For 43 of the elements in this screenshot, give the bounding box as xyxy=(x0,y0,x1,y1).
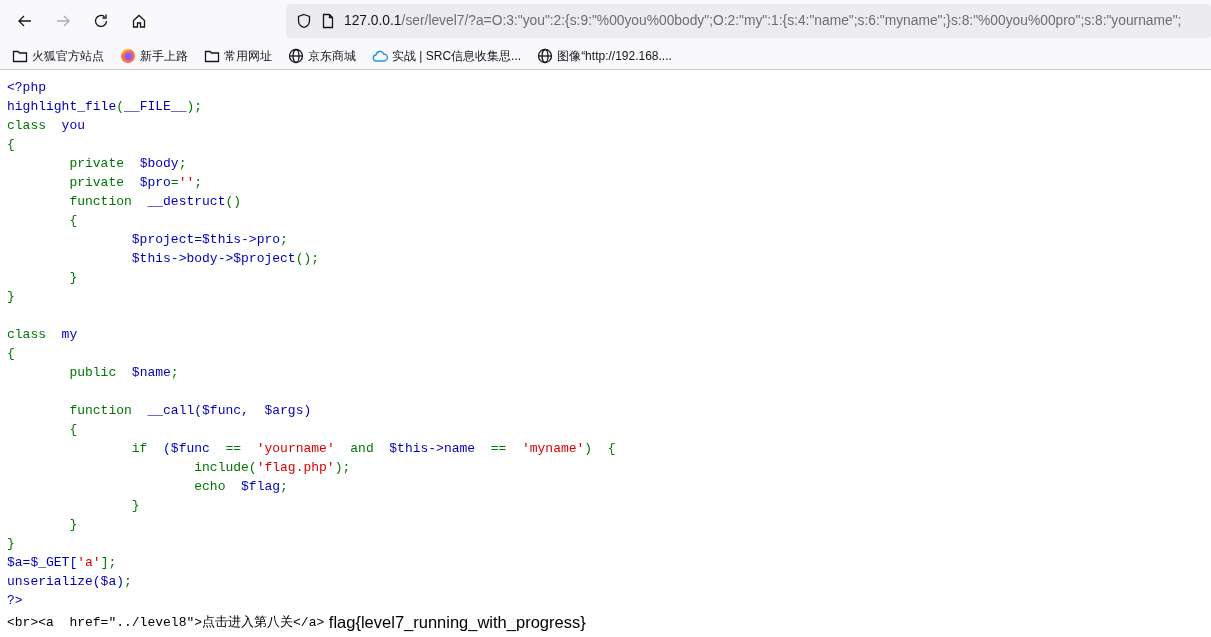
code-line: private $pro=''; xyxy=(68,174,204,192)
code-line: ?> xyxy=(7,592,24,610)
code-line: public $name; xyxy=(68,364,180,382)
code-line: include('flag.php'); xyxy=(193,459,352,477)
bookmark-item[interactable]: 新手上路 xyxy=(118,46,194,65)
code-line: } xyxy=(7,288,16,306)
flag-output-text: flag{level7_running_with_progress} xyxy=(327,612,586,632)
bookmark-item[interactable]: 京东商城 xyxy=(286,46,362,65)
page-icon xyxy=(320,13,336,29)
reload-icon xyxy=(93,13,109,29)
home-icon xyxy=(131,13,147,29)
code-line: echo $flag; xyxy=(193,478,289,496)
bookmark-item[interactable]: 图像“http://192.168.... xyxy=(535,46,678,65)
bookmark-item[interactable]: 实战 | SRC信息收集思... xyxy=(370,46,528,65)
code-line: if ($func == 'yourname' and $this->name == 'myname') { xyxy=(130,440,617,458)
code-line: { xyxy=(68,421,79,439)
code-line: unserialize($a); xyxy=(7,573,133,591)
code-line: } xyxy=(68,269,79,287)
code-line: $project=$this->pro; xyxy=(130,231,289,249)
html-source-line: <br><a href="../level8">点击进入第八关</a> xyxy=(7,613,325,632)
globe-icon xyxy=(537,47,554,64)
bookmark-item[interactable]: 常用网址 xyxy=(202,46,278,65)
bookmark-item[interactable]: 火狐官方站点 xyxy=(10,46,110,65)
code-line: { xyxy=(7,136,16,154)
back-icon xyxy=(17,13,33,29)
code-line: function __destruct() xyxy=(68,193,243,211)
code-line: { xyxy=(68,212,79,230)
code-line: function __call($func, $args) xyxy=(68,402,313,420)
code-line: } xyxy=(7,535,16,553)
code-line: private $body; xyxy=(68,155,188,173)
globe-icon xyxy=(288,47,304,64)
browser-logo-icon xyxy=(120,47,136,64)
code-line: highlight_file(__FILE__); xyxy=(7,98,204,116)
code-line: { xyxy=(7,345,16,363)
code-line: $a=$_GET['a']; xyxy=(7,554,118,572)
code-line: } xyxy=(68,516,79,534)
code-line: class you xyxy=(7,117,86,135)
code-line: } xyxy=(130,497,141,515)
code-line: $this->body->$project(); xyxy=(130,250,321,268)
shield-icon xyxy=(296,13,312,29)
forward-icon xyxy=(55,13,71,29)
code-line: class my xyxy=(7,326,79,344)
code-line: <?php xyxy=(7,79,47,97)
